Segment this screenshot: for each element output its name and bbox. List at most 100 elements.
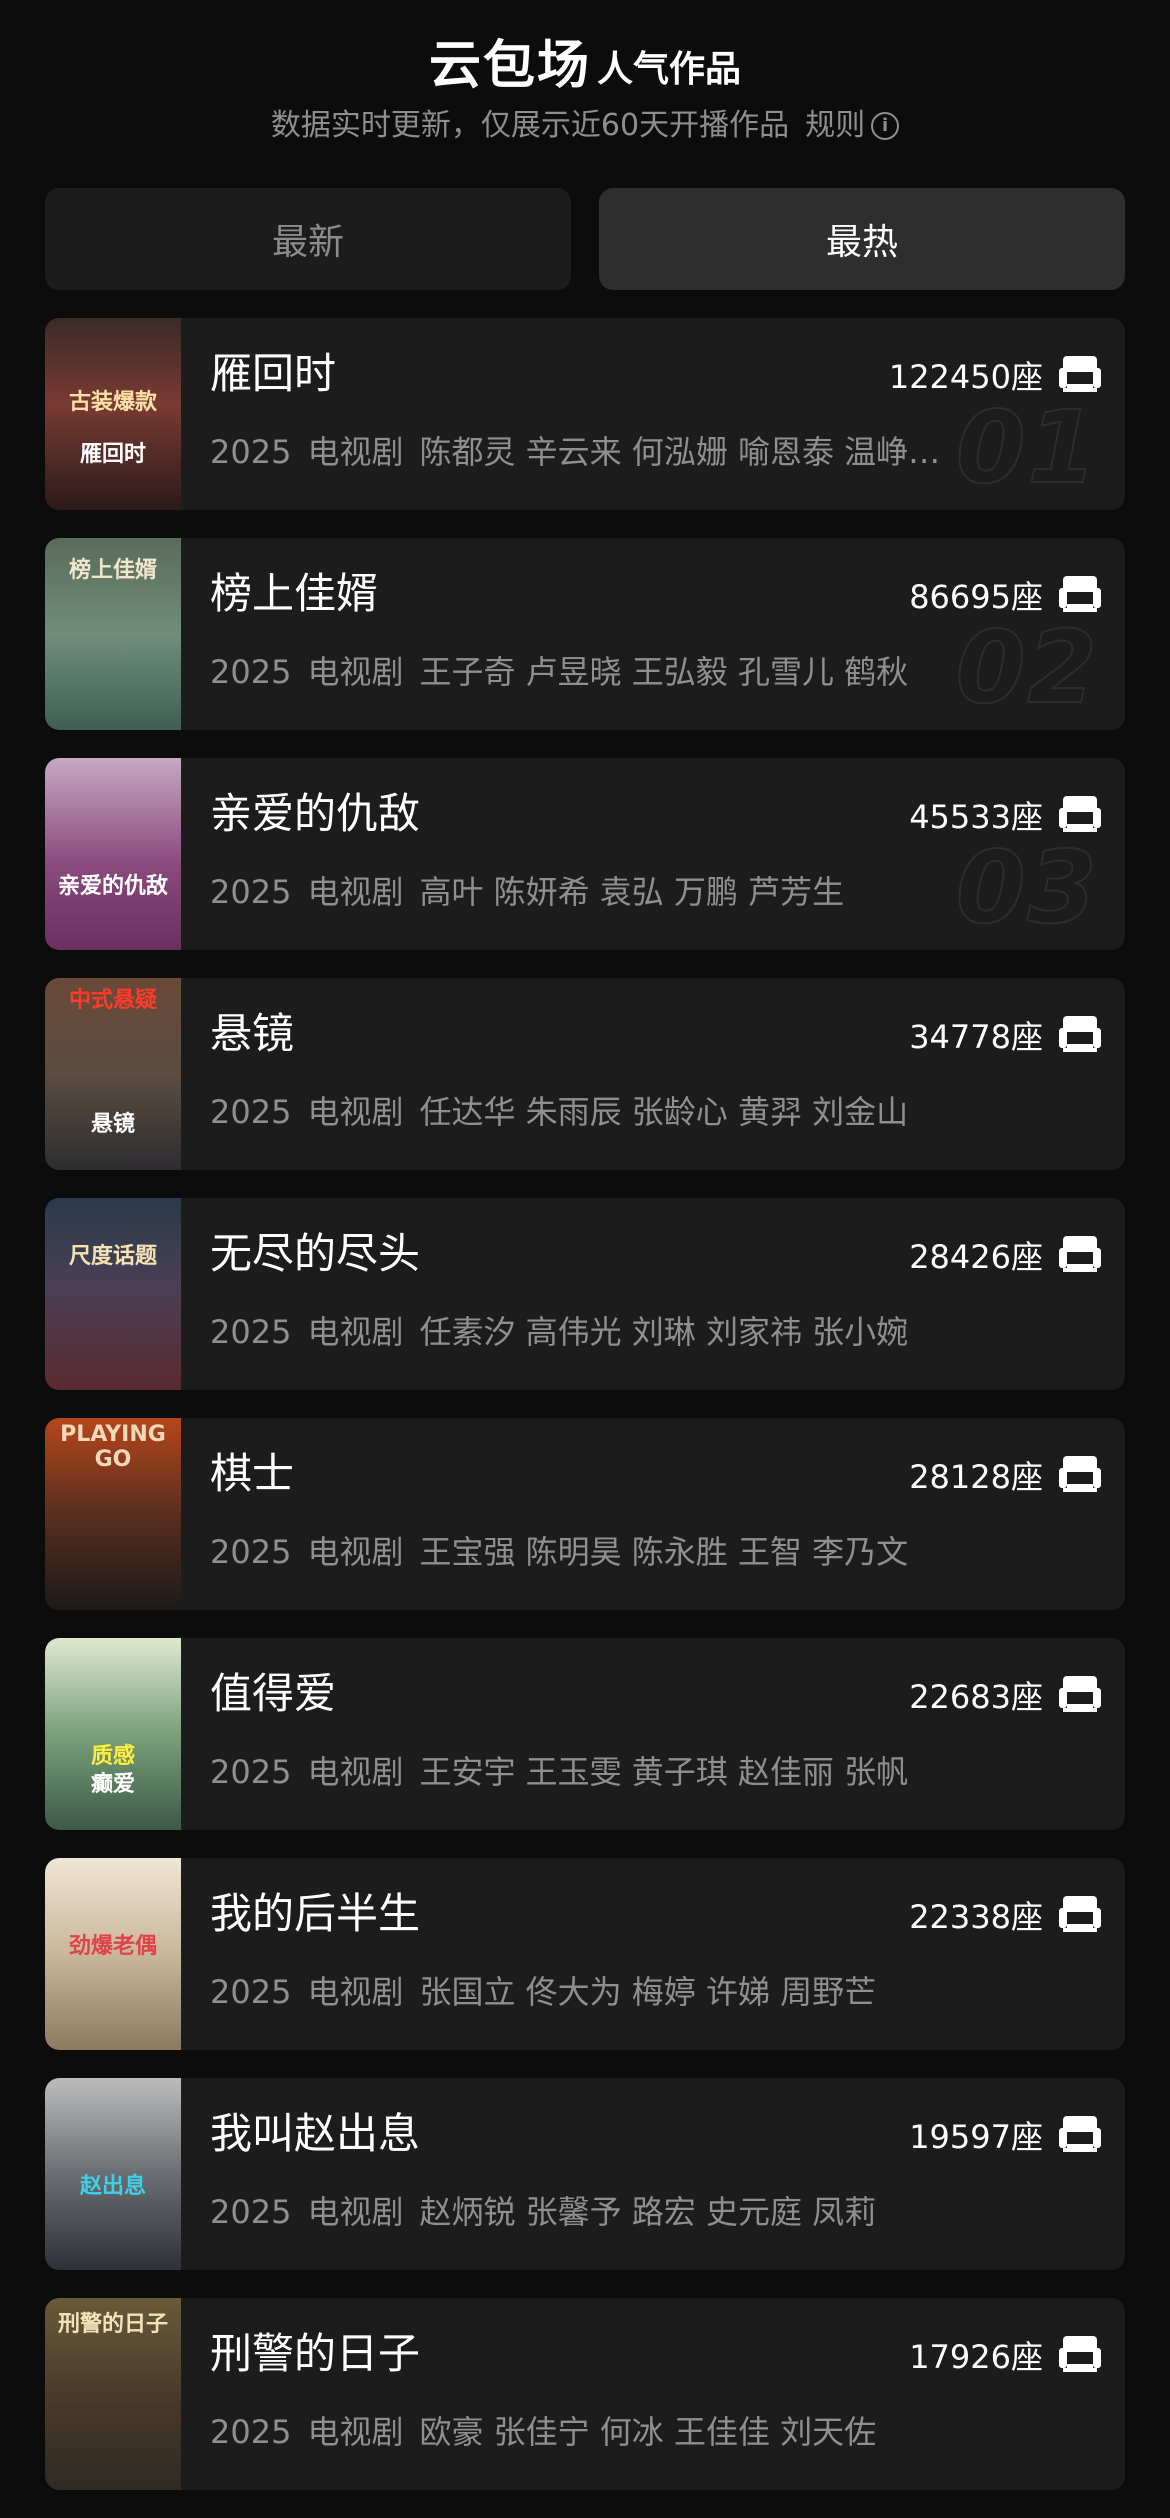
work-cast: 王宝强 陈明昊 陈永胜 王智 李乃文 (419, 1533, 909, 1571)
work-meta: 2025 电视剧 陈都灵 辛云来 何泓姗 喻恩泰 温峥… (210, 430, 1040, 474)
work-year: 2025 (210, 1533, 292, 1571)
work-cast: 赵炳锐 张馨予 路宏 史元庭 凤莉 (419, 2193, 877, 2231)
work-type: 电视剧 (307, 1533, 404, 1571)
work-type: 电视剧 (307, 433, 404, 471)
poster-text: 古装爆款 (68, 390, 157, 415)
poster-text: 亲爱的仇敌 (57, 874, 168, 899)
poster-text: 尺度话题 (68, 1244, 157, 1269)
seat-icon (1059, 2336, 1101, 2372)
poster-bottom-text: 雁回时 (79, 442, 146, 467)
seat-count: 22338座 (909, 1898, 1043, 1936)
work-cast: 欧豪 张佳宁 何冰 王佳佳 刘天佐 (419, 2413, 877, 2451)
list-item[interactable]: 中式悬疑 悬镜 悬镜 2025 电视剧 任达华 朱雨辰 张龄心 黄羿 刘金山 347… (45, 978, 1125, 1170)
rank-number: 01 (955, 389, 1099, 506)
work-year: 2025 (210, 1313, 292, 1351)
work-title: 我叫赵出息 (210, 2109, 421, 2158)
seat-icon (1059, 1016, 1101, 1052)
work-type: 电视剧 (307, 2413, 404, 2451)
poster-image: 亲爱的仇敌 (45, 758, 181, 950)
page-header: 云包场 人气作品 数据实时更新，仅展示近60天开播作品 规则 i (0, 0, 1170, 180)
works-list: 古装爆款 雁回时 雁回时 2025 电视剧 陈都灵 辛云来 何泓姗 喻恩泰 温峥… … (45, 318, 1125, 2518)
poster-image: PLAYING GO (45, 1418, 181, 1610)
work-type: 电视剧 (307, 2193, 404, 2231)
work-cast: 高叶 陈妍希 袁弘 万鹏 芦芳生 (419, 873, 845, 911)
poster-text: PLAYING GO (60, 1422, 166, 1472)
work-title: 榜上佳婿 (210, 569, 379, 618)
seat-icon (1059, 1896, 1101, 1932)
list-item[interactable]: 亲爱的仇敌 亲爱的仇敌 2025 电视剧 高叶 陈妍希 袁弘 万鹏 芦芳生 4553… (45, 758, 1125, 950)
list-item[interactable]: 古装爆款 雁回时 雁回时 2025 电视剧 陈都灵 辛云来 何泓姗 喻恩泰 温峥… … (45, 318, 1125, 510)
work-cast: 陈都灵 辛云来 何泓姗 喻恩泰 温峥… (419, 433, 941, 471)
work-type: 电视剧 (307, 1973, 404, 2011)
page-title: 云包场 人气作品 (0, 36, 1170, 96)
poster-text: 赵出息 (79, 2174, 146, 2199)
work-title: 悬镜 (210, 1009, 295, 1058)
work-cast: 王安宇 王玉雯 黄子琪 赵佳丽 张帆 (419, 1753, 909, 1791)
work-title: 我的后半生 (210, 1889, 421, 1938)
work-title: 值得爱 (210, 1669, 337, 1718)
work-meta: 2025 电视剧 张国立 佟大为 梅婷 许娣 周野芒 (210, 1970, 1040, 2014)
title-main: 云包场 (428, 36, 591, 96)
rank-number: 02 (955, 609, 1099, 726)
subtitle-text: 数据实时更新，仅展示近60天开播作品 (270, 108, 790, 143)
rules-link[interactable]: 规则 i (805, 106, 900, 146)
tab-hottest[interactable]: 最热 (599, 188, 1125, 290)
poster-image: 中式悬疑 悬镜 (45, 978, 181, 1170)
poster-image: 榜上佳婿 (45, 538, 181, 730)
seat-count: 34778座 (909, 1018, 1043, 1056)
work-year: 2025 (210, 1753, 292, 1791)
work-meta: 2025 电视剧 王子奇 卢昱晓 王弘毅 孔雪儿 鹤秋 (210, 650, 1040, 694)
list-item[interactable]: 赵出息 我叫赵出息 2025 电视剧 赵炳锐 张馨予 路宏 史元庭 凤莉 19597… (45, 2078, 1125, 2270)
list-item[interactable]: 尺度话题 无尽的尽头 2025 电视剧 任素汐 高伟光 刘琳 刘家祎 张小婉 284… (45, 1198, 1125, 1390)
work-title: 亲爱的仇敌 (210, 789, 421, 838)
work-cast: 任达华 朱雨辰 张龄心 黄羿 刘金山 (419, 1093, 909, 1131)
info-circle-icon: i (871, 112, 900, 140)
work-meta: 2025 电视剧 王安宇 王玉雯 黄子琪 赵佳丽 张帆 (210, 1750, 1040, 1794)
work-type: 电视剧 (307, 1313, 404, 1351)
work-year: 2025 (210, 433, 292, 471)
rank-number: 03 (955, 829, 1099, 946)
work-title: 刑警的日子 (210, 2329, 421, 2378)
work-title: 棋士 (210, 1449, 295, 1498)
tab-newest[interactable]: 最新 (45, 188, 571, 290)
work-meta: 2025 电视剧 赵炳锐 张馨予 路宏 史元庭 凤莉 (210, 2190, 1040, 2234)
work-type: 电视剧 (307, 1753, 404, 1791)
poster-bottom-text: 癫爱 (90, 1772, 135, 1797)
seat-icon (1059, 1676, 1101, 1712)
poster-text: 榜上佳婿 (68, 558, 157, 583)
work-year: 2025 (210, 1093, 292, 1131)
poster-image: 质感 癫爱 (45, 1638, 181, 1830)
work-type: 电视剧 (307, 873, 404, 911)
work-cast: 王子奇 卢昱晓 王弘毅 孔雪儿 鹤秋 (419, 653, 909, 691)
poster-text: 劲爆老偶 (68, 1934, 157, 1959)
work-year: 2025 (210, 653, 292, 691)
seat-count: 28128座 (909, 1458, 1043, 1496)
list-item[interactable]: 刑警的日子 刑警的日子 2025 电视剧 欧豪 张佳宁 何冰 王佳佳 刘天佐 179… (45, 2298, 1125, 2490)
seat-icon (1059, 2116, 1101, 2152)
seat-icon (1059, 1236, 1101, 1272)
poster-image: 尺度话题 (45, 1198, 181, 1390)
work-cast: 任素汐 高伟光 刘琳 刘家祎 张小婉 (419, 1313, 909, 1351)
work-cast: 张国立 佟大为 梅婷 许娣 周野芒 (419, 1973, 877, 2011)
seat-count: 19597座 (909, 2118, 1043, 2156)
work-meta: 2025 电视剧 欧豪 张佳宁 何冰 王佳佳 刘天佐 (210, 2410, 1040, 2454)
list-item[interactable]: PLAYING GO 棋士 2025 电视剧 王宝强 陈明昊 陈永胜 王智 李乃文 … (45, 1418, 1125, 1610)
poster-text: 刑警的日子 (57, 2312, 168, 2337)
list-item[interactable]: 劲爆老偶 我的后半生 2025 电视剧 张国立 佟大为 梅婷 许娣 周野芒 2233… (45, 1858, 1125, 2050)
seat-icon (1059, 1456, 1101, 1492)
work-type: 电视剧 (307, 653, 404, 691)
work-year: 2025 (210, 2413, 292, 2451)
poster-image: 刑警的日子 (45, 2298, 181, 2490)
poster-text: 中式悬疑 (68, 988, 157, 1013)
work-meta: 2025 电视剧 任达华 朱雨辰 张龄心 黄羿 刘金山 (210, 1090, 1040, 1134)
work-meta: 2025 电视剧 任素汐 高伟光 刘琳 刘家祎 张小婉 (210, 1310, 1040, 1354)
title-sub: 人气作品 (597, 49, 742, 90)
poster-bottom-text: 悬镜 (90, 1112, 135, 1137)
poster-image: 赵出息 (45, 2078, 181, 2270)
work-year: 2025 (210, 2193, 292, 2231)
subtitle: 数据实时更新，仅展示近60天开播作品 规则 i (0, 106, 1170, 146)
list-item[interactable]: 质感 癫爱 值得爱 2025 电视剧 王安宇 王玉雯 黄子琪 赵佳丽 张帆 2268… (45, 1638, 1125, 1830)
sort-tabs: 最新 最热 (45, 188, 1125, 290)
poster-image: 劲爆老偶 (45, 1858, 181, 2050)
list-item[interactable]: 榜上佳婿 榜上佳婿 2025 电视剧 王子奇 卢昱晓 王弘毅 孔雪儿 鹤秋 8669… (45, 538, 1125, 730)
